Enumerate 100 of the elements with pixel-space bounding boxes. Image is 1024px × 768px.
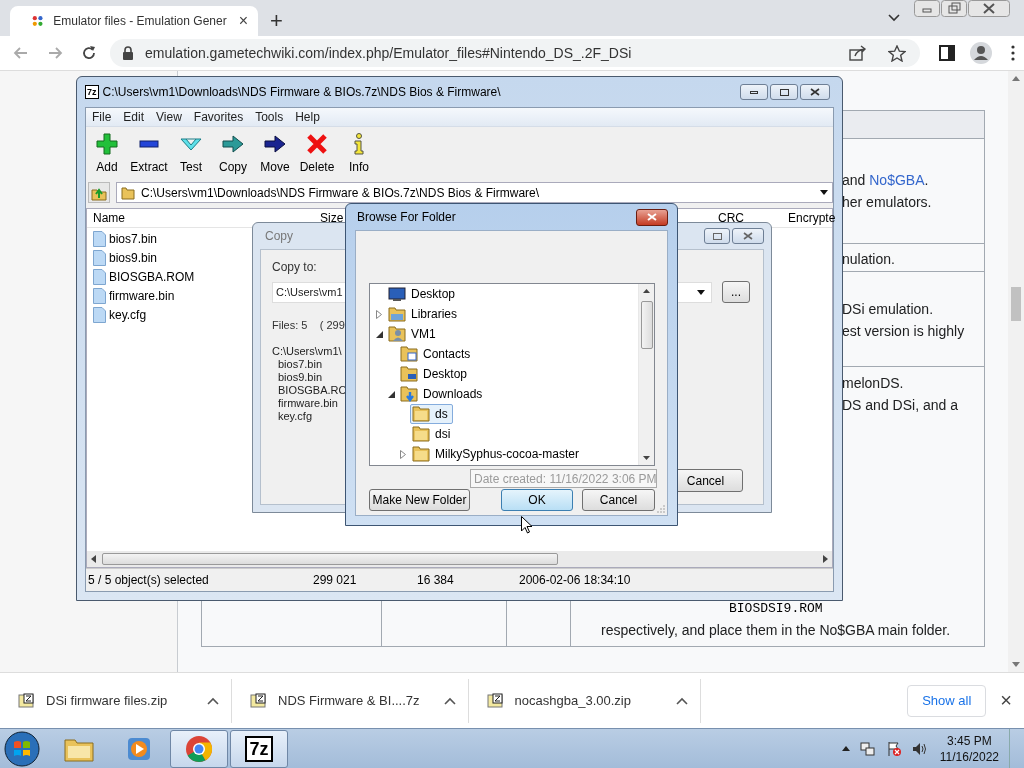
download-item[interactable]: nocashgba_3.00.zip [468, 678, 701, 723]
minimize-icon [750, 90, 758, 94]
caret-icon[interactable] [443, 696, 456, 705]
scroll-thumb[interactable] [640, 301, 653, 349]
menu-item[interactable]: Tools [255, 110, 292, 124]
column-header[interactable]: Size [320, 211, 344, 225]
expand-icon[interactable] [400, 449, 406, 459]
caret-icon[interactable] [207, 696, 219, 705]
column-header[interactable]: Encrypte [788, 211, 836, 225]
close-button[interactable] [800, 84, 830, 100]
column-header[interactable]: CRC [718, 211, 744, 225]
path-combobox[interactable]: C:\Users\vm1\Downloads\NDS Firmware & BIOs.7z\NDS Bios & Firmware\ [116, 182, 833, 203]
download-item[interactable]: DSi firmware files.zip [0, 678, 232, 723]
maximize-icon [712, 232, 722, 240]
link[interactable]: No$GBA [869, 172, 925, 188]
toolbar-button[interactable]: Add [86, 132, 128, 174]
clock[interactable]: 3:45 PM 11/16/2022 [939, 732, 999, 765]
tray-expand-icon[interactable] [841, 746, 850, 751]
file-path-text: firmware.bin [277, 397, 338, 410]
table-text: est version is highly [842, 322, 966, 341]
menu-icon[interactable] [1011, 45, 1015, 61]
folder-item[interactable]: ds [410, 404, 453, 424]
archive-file-icon [486, 692, 503, 709]
scroll-thumb[interactable] [1011, 287, 1021, 321]
column-header[interactable]: Name [93, 211, 125, 225]
reload-icon[interactable] [81, 45, 97, 61]
star-icon[interactable] [888, 44, 906, 62]
folder-item[interactable]: Contacts [398, 344, 476, 364]
resize-grip-icon[interactable] [657, 505, 665, 513]
address-bar[interactable]: emulation.gametechwiki.com/index.php/Emulator_files#Nintendo_DS_.2F_DSi [110, 39, 920, 67]
scroll-down-icon[interactable] [643, 456, 650, 460]
toolbar-button[interactable]: Info [338, 132, 380, 174]
folder-item[interactable]: MilkySyphus-cocoa-master [410, 444, 585, 464]
expand-icon[interactable] [376, 309, 382, 319]
scroll-left-icon[interactable] [91, 555, 96, 563]
browser-tab[interactable]: Emulator files - Emulation Gener × [10, 6, 258, 36]
menu-item[interactable]: View [156, 110, 190, 124]
taskbar-button[interactable]: 7z [230, 729, 288, 768]
maximize-button[interactable] [770, 84, 798, 100]
folder-icon [121, 185, 135, 200]
taskbar-button[interactable] [170, 729, 228, 768]
file-path-text: bios9.bin [277, 371, 323, 384]
flag-icon[interactable] [885, 740, 902, 757]
start-button-icon[interactable] [4, 730, 40, 767]
archive-file-row[interactable]: key.cfg [93, 307, 203, 323]
library-icon [388, 306, 406, 322]
collapse-icon[interactable] [376, 330, 383, 338]
profile-icon[interactable] [970, 42, 992, 64]
scroll-right-icon[interactable] [823, 555, 828, 563]
lock-icon [122, 46, 134, 60]
download-item[interactable]: NDS Firmware & BI....7z [232, 678, 469, 723]
close-button[interactable]: × [996, 689, 1016, 712]
maximize-button[interactable] [704, 228, 730, 244]
close-button[interactable] [636, 208, 668, 226]
vertical-scrollbar[interactable] [638, 284, 654, 465]
scroll-up-icon[interactable] [1012, 76, 1020, 81]
toolbar-button[interactable]: Test [170, 132, 212, 174]
ok-button[interactable]: OK [501, 489, 573, 511]
caret-icon[interactable] [675, 696, 688, 705]
make-new-folder-button[interactable]: Make New Folder [369, 489, 470, 511]
browse-button[interactable]: ... [722, 281, 750, 303]
up-folder-button[interactable] [88, 182, 110, 203]
archive-file-row[interactable]: bios7.bin [93, 231, 203, 247]
chevron-icon[interactable] [888, 14, 900, 22]
folder-item[interactable]: Downloads [398, 384, 488, 404]
new-tab-button[interactable]: + [266, 10, 287, 32]
toolbar-button[interactable]: Move [254, 132, 296, 174]
menu-item[interactable]: Help [295, 110, 328, 124]
menu-item[interactable]: Edit [123, 110, 153, 124]
toolbar-button[interactable]: Extract [128, 132, 170, 174]
scroll-down-icon[interactable] [1012, 662, 1020, 667]
folder-item[interactable]: VM1 [386, 324, 441, 344]
archive-file-row[interactable]: bios9.bin [93, 250, 203, 266]
folder-item[interactable]: Desktop [398, 364, 473, 384]
collapse-icon[interactable] [388, 390, 395, 398]
scroll-thumb[interactable] [102, 553, 558, 565]
close-icon[interactable] [968, 0, 1010, 17]
close-tab-button[interactable]: × [236, 12, 250, 30]
network-icon[interactable] [859, 740, 876, 757]
scroll-up-icon[interactable] [643, 289, 650, 293]
menu-item[interactable]: File [92, 110, 120, 124]
folder-item[interactable]: Libraries [386, 304, 463, 324]
folder-icon [412, 446, 430, 462]
side-panel-icon[interactable] [939, 45, 955, 61]
menu-item[interactable]: Favorites [193, 110, 252, 124]
archive-file-row[interactable]: BIOSGBA.ROM [93, 269, 203, 285]
folder-item[interactable]: dsi [410, 424, 456, 444]
show-all-button[interactable]: Show all [907, 684, 987, 717]
toolbar-button[interactable]: Delete [296, 132, 338, 174]
horizontal-scrollbar[interactable] [87, 551, 832, 567]
archive-file-row[interactable]: firmware.bin [93, 288, 203, 304]
minimize-button[interactable] [740, 84, 768, 100]
share-icon[interactable] [849, 45, 867, 61]
close-button[interactable] [732, 228, 764, 244]
media-player-icon [126, 735, 152, 762]
cancel-button[interactable]: Cancel [582, 489, 655, 511]
restore-icon[interactable] [941, 0, 967, 17]
folder-item[interactable]: Desktop [386, 284, 461, 304]
toolbar-button[interactable]: Copy [212, 132, 254, 174]
page-scrollbar[interactable] [1008, 71, 1024, 672]
